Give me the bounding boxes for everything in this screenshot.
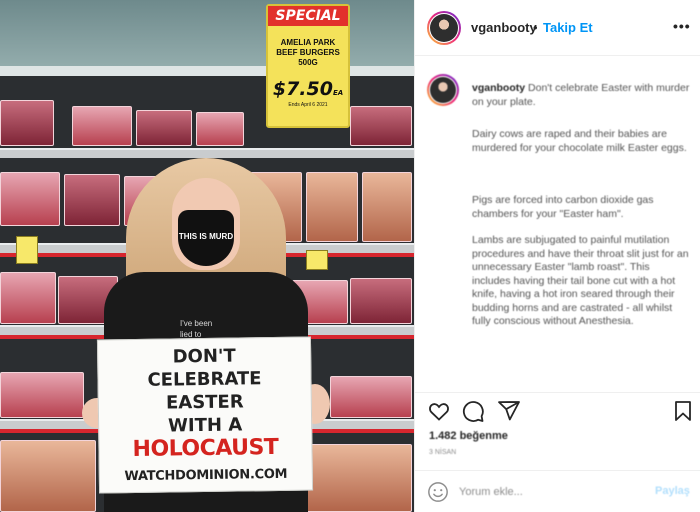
- meat-pack: [0, 172, 60, 226]
- caption-username[interactable]: vganbooty: [472, 82, 525, 94]
- post-details-panel: vganbooty • Takip Et ••• vganbooty Don't…: [414, 0, 700, 512]
- meat-pack: [136, 110, 192, 146]
- face-mask: THIS IS MURD: [178, 210, 234, 266]
- special-price-sign: SPECIAL AMELIA PARK BEEF BURGERS 500G $7…: [266, 4, 350, 128]
- post-date: 3 NİSAN: [429, 449, 457, 456]
- special-product: AMELIA PARK BEEF BURGERS 500G: [268, 38, 348, 68]
- separator-dot: •: [533, 20, 538, 35]
- shirt-text: I've been lied to: [180, 318, 212, 340]
- post-comment-button[interactable]: Paylaş: [655, 485, 690, 497]
- sign-line: CELEBRATE: [147, 368, 262, 391]
- meat-pack: [350, 106, 412, 146]
- mask-text: THIS IS MURD: [178, 232, 234, 241]
- meat-pack: [64, 174, 120, 226]
- post-header: vganbooty • Takip Et •••: [415, 0, 700, 56]
- sign-url: WATCHDOMINION.COM: [124, 466, 288, 485]
- meat-pack: [0, 100, 54, 146]
- meat-pack: [330, 376, 412, 418]
- fridge-light-strip: [0, 66, 414, 76]
- protest-sign: DON'T CELEBRATE EASTER WITH A HOLOCAUST …: [96, 336, 314, 494]
- like-count[interactable]: 1.482 beğenme: [429, 430, 508, 442]
- action-bar: [415, 392, 700, 426]
- special-product-line: 500G: [298, 58, 318, 67]
- meat-pack: [196, 112, 244, 146]
- sign-line: WITH A: [167, 414, 243, 437]
- post-image[interactable]: SPECIAL AMELIA PARK BEEF BURGERS 500G $7…: [0, 0, 414, 512]
- special-price-value: $7.50: [272, 78, 333, 100]
- meat-pack: [0, 372, 84, 418]
- comment-icon[interactable]: [461, 399, 485, 423]
- special-product-line: BEEF BURGERS: [276, 48, 340, 57]
- avatar-photo: [430, 14, 458, 42]
- shelf-price-tag: [16, 236, 38, 264]
- fridge-canopy: [0, 0, 414, 70]
- caption-avatar[interactable]: [427, 74, 459, 106]
- caption-paragraph: Pigs are forced into carbon dioxide gas …: [472, 194, 654, 220]
- special-price-suffix: EA: [332, 89, 344, 97]
- sign-line: EASTER: [165, 391, 244, 414]
- username-link[interactable]: vganbooty: [471, 20, 537, 35]
- meat-pack: [306, 172, 358, 242]
- special-header: SPECIAL: [268, 6, 348, 26]
- heart-icon[interactable]: [427, 399, 451, 423]
- caption-paragraph: Lambs are subjugated to painful mutilati…: [472, 234, 689, 327]
- post-caption: vganbooty Don't celebrate Easter with mu…: [415, 56, 700, 386]
- meat-pack: [362, 172, 412, 242]
- sign-highlight-word: HOLOCAUST: [132, 434, 279, 463]
- emoji-icon[interactable]: [427, 481, 449, 503]
- shelf-price-tag: [306, 250, 328, 270]
- avatar[interactable]: [427, 11, 461, 45]
- more-options-button[interactable]: •••: [673, 18, 691, 34]
- follow-button[interactable]: Takip Et: [543, 20, 593, 35]
- shelf: [0, 148, 414, 158]
- special-product-line: AMELIA PARK: [280, 38, 336, 47]
- meat-pack: [0, 440, 96, 512]
- caption-paragraph: vganbooty Don't celebrate Easter with mu…: [472, 82, 690, 109]
- caption-paragraph: Dairy cows are raped and their babies ar…: [472, 128, 687, 154]
- meat-pack: [350, 278, 412, 324]
- comment-bar: Paylaş: [415, 470, 700, 512]
- sign-line: DON'T: [172, 345, 236, 368]
- share-icon[interactable]: [497, 399, 521, 423]
- meat-pack: [72, 106, 132, 146]
- avatar-photo: [430, 77, 456, 103]
- meat-pack: [0, 272, 56, 324]
- shirt-text-line: I've been: [180, 319, 213, 328]
- special-price: $7.50EA: [268, 78, 348, 100]
- meat-pack: [296, 444, 412, 512]
- comment-input[interactable]: [459, 483, 639, 501]
- bookmark-icon[interactable]: [671, 399, 695, 423]
- special-small-print: Ends April 6 2021: [288, 102, 328, 108]
